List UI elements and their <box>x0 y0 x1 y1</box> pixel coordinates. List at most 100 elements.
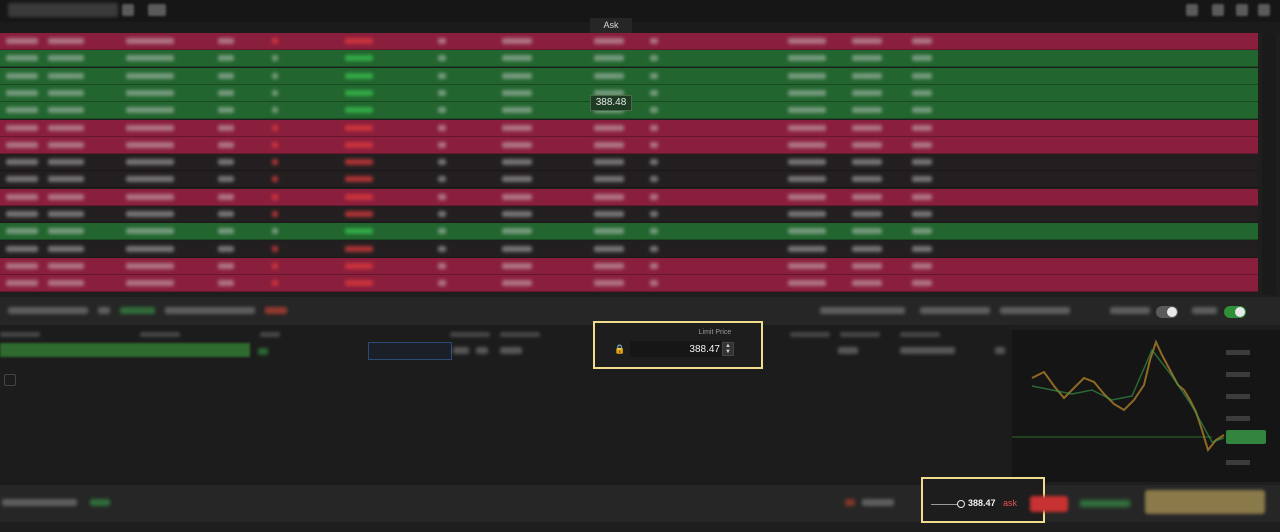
table-cell <box>218 193 234 200</box>
limit-price-input[interactable] <box>630 341 722 357</box>
lock-icon[interactable]: 🔒 <box>614 344 625 355</box>
bottom-status-badge <box>90 499 110 506</box>
toolbar-icon[interactable] <box>98 307 110 314</box>
buy-link[interactable] <box>1080 500 1130 507</box>
table-cell <box>272 124 278 131</box>
table-cell <box>218 124 234 131</box>
table-cell <box>48 107 84 114</box>
table-cell <box>126 89 174 96</box>
table-cell <box>502 280 532 287</box>
table-cell <box>650 176 658 183</box>
table-row[interactable] <box>0 67 1258 85</box>
reference-price-type[interactable]: ask <box>1003 498 1017 508</box>
tab-icon[interactable] <box>148 4 166 16</box>
layout-icon[interactable] <box>1186 4 1198 16</box>
maximize-icon[interactable] <box>1236 4 1248 16</box>
table-row[interactable] <box>0 223 1258 241</box>
minimize-icon[interactable] <box>1212 4 1224 16</box>
quantity-field[interactable] <box>0 343 250 357</box>
bottom-icon[interactable] <box>845 499 855 506</box>
order-input-field[interactable] <box>368 342 452 360</box>
limit-price-stepper[interactable]: ▲ ▼ <box>722 342 734 356</box>
table-cell <box>126 107 174 114</box>
table-cell <box>6 176 38 183</box>
table-cell <box>345 107 373 114</box>
table-row[interactable] <box>0 136 1258 154</box>
table-cell <box>6 72 38 79</box>
field-stepper[interactable] <box>476 347 488 354</box>
submit-order-button[interactable] <box>1145 490 1265 514</box>
grid-scrollbar[interactable] <box>1262 33 1276 295</box>
table-cell <box>912 159 932 166</box>
table-cell <box>218 211 234 217</box>
table-cell <box>272 38 278 44</box>
table-cell <box>650 72 658 79</box>
table-row[interactable] <box>0 171 1258 189</box>
table-cell <box>912 228 932 235</box>
expand-icon[interactable] <box>4 374 16 386</box>
table-cell <box>6 159 38 166</box>
table-cell <box>345 141 373 148</box>
table-cell <box>272 262 278 269</box>
table-cell <box>852 193 882 200</box>
table-cell <box>594 228 624 235</box>
sell-button[interactable] <box>1030 496 1068 512</box>
table-cell <box>272 211 278 217</box>
table-cell <box>345 38 373 44</box>
table-cell <box>48 159 84 166</box>
table-cell <box>788 141 826 148</box>
table-cell <box>788 107 826 114</box>
table-cell <box>912 176 932 183</box>
chart-tick-label <box>1226 460 1250 465</box>
table-cell <box>594 245 624 252</box>
time-and-sales-grid <box>0 33 1280 295</box>
table-row[interactable] <box>0 240 1258 258</box>
table-cell <box>438 211 446 217</box>
close-icon[interactable] <box>1258 4 1270 16</box>
price-slider-knob[interactable] <box>957 500 965 508</box>
table-cell <box>650 262 658 269</box>
table-cell <box>502 141 532 148</box>
stepper-down-icon[interactable]: ▼ <box>723 349 733 355</box>
table-cell <box>272 159 278 166</box>
table-cell <box>218 228 234 235</box>
window-title <box>8 3 118 17</box>
table-cell <box>126 228 174 235</box>
table-row[interactable] <box>0 275 1258 293</box>
table-cell <box>126 124 174 131</box>
table-cell <box>126 38 174 44</box>
table-cell <box>48 72 84 79</box>
table-cell <box>126 176 174 183</box>
table-cell <box>852 124 882 131</box>
table-cell <box>788 124 826 131</box>
table-row[interactable] <box>0 33 1258 50</box>
table-cell <box>852 89 882 96</box>
chart-tick-label <box>1226 372 1250 377</box>
toolbar-text <box>165 307 255 314</box>
toolbar-text <box>1000 307 1070 314</box>
table-cell <box>6 245 38 252</box>
table-row[interactable] <box>0 50 1258 68</box>
table-cell <box>650 280 658 287</box>
price-chart[interactable] <box>1012 330 1280 482</box>
table-row[interactable] <box>0 119 1258 137</box>
field-value <box>900 347 955 354</box>
table-cell <box>218 89 234 96</box>
table-row[interactable] <box>0 188 1258 206</box>
table-cell <box>48 262 84 269</box>
table-row[interactable] <box>0 154 1258 172</box>
dropdown-icon[interactable] <box>995 347 1005 354</box>
table-cell <box>594 211 624 217</box>
table-cell <box>126 262 174 269</box>
table-row[interactable] <box>0 206 1258 223</box>
dropdown-icon[interactable] <box>122 4 134 16</box>
table-cell <box>218 280 234 287</box>
table-cell <box>6 107 38 114</box>
ask-column-header[interactable]: Ask <box>590 18 632 33</box>
table-cell <box>438 72 446 79</box>
table-cell <box>345 159 373 166</box>
table-row[interactable] <box>0 257 1258 275</box>
table-cell <box>650 124 658 131</box>
table-cell <box>502 72 532 79</box>
table-cell <box>218 72 234 79</box>
